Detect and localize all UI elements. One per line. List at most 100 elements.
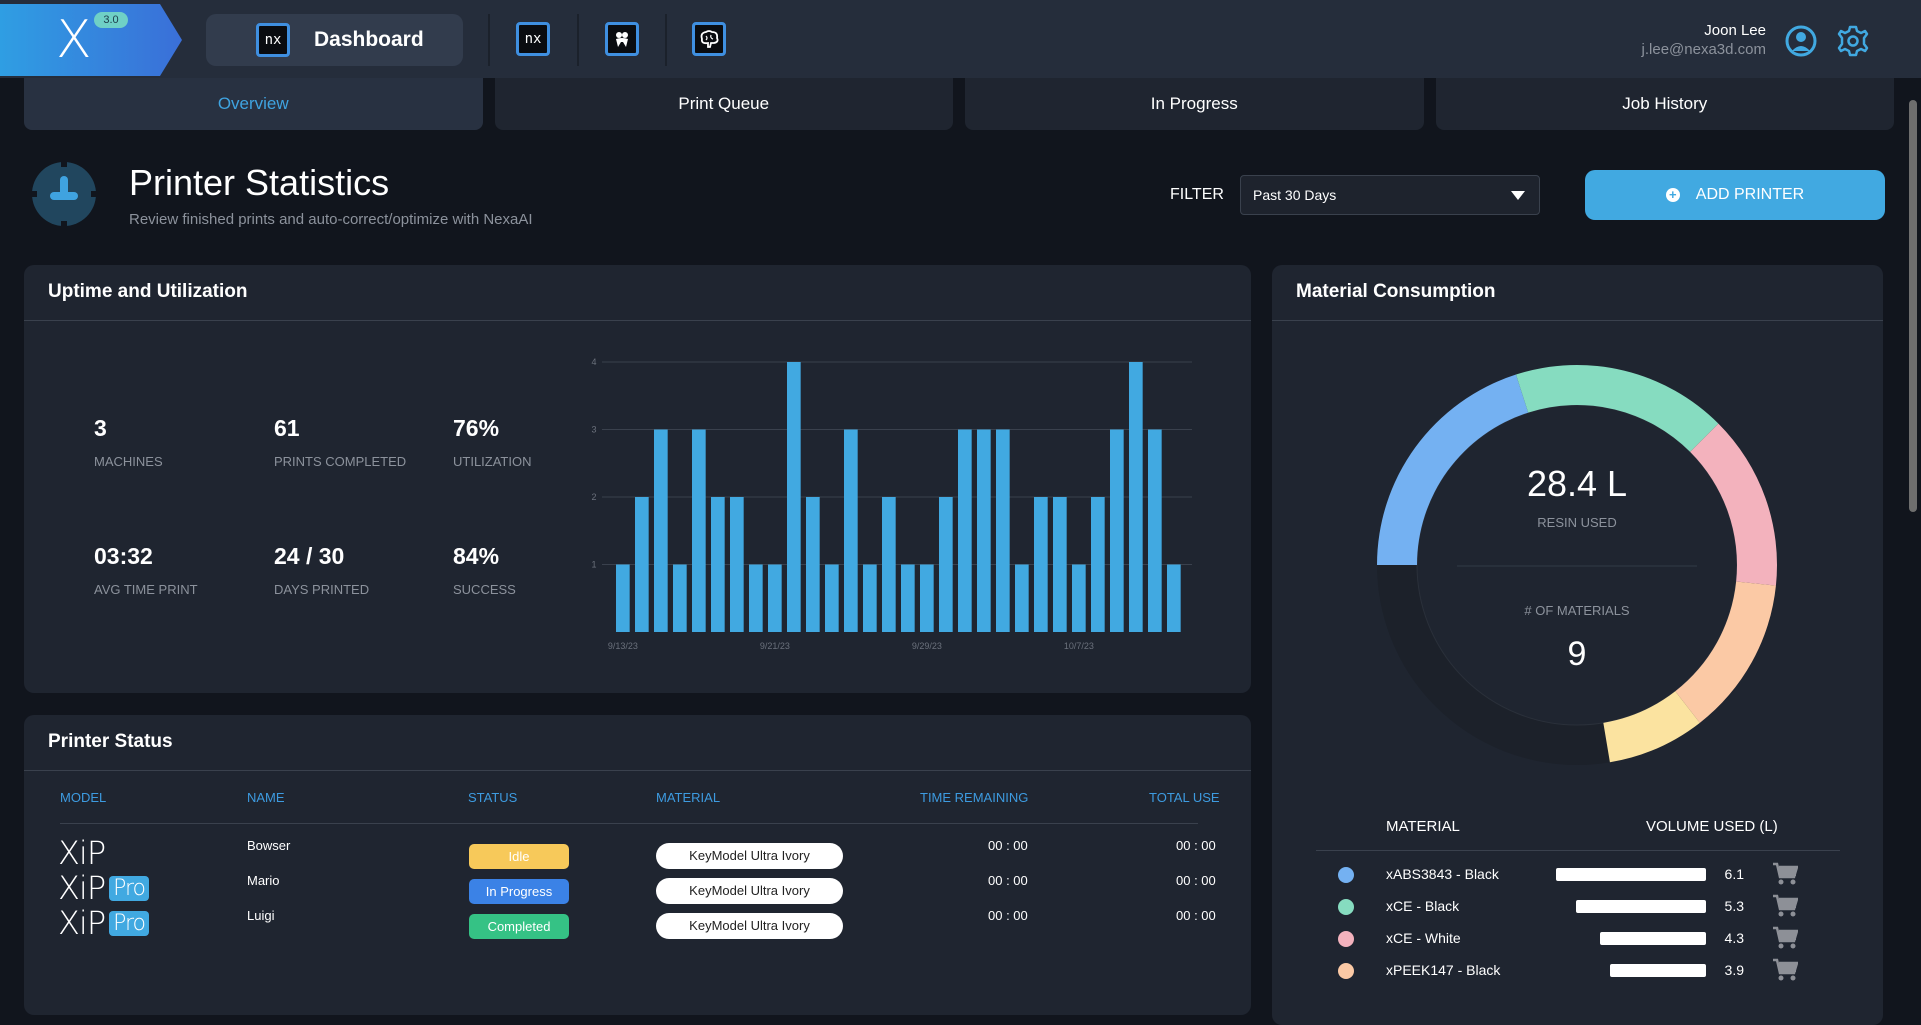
divider [488,14,490,66]
donut-slice[interactable] [1675,581,1776,723]
bar[interactable] [711,497,725,632]
stat-prints-completed: 61 PRINTS COMPLETED [274,415,406,469]
card-title: Uptime and Utilization [48,281,248,302]
divider [24,320,1251,321]
donut-slice[interactable] [1690,423,1777,586]
divider [24,770,1251,771]
printer-model-logo: XiP [58,834,106,872]
bar[interactable] [768,564,782,633]
column-header-material[interactable]: MATERIAL [656,790,720,805]
nexa-logo[interactable]: X 3.0 [0,4,182,76]
settings-gear-icon[interactable] [1836,24,1870,58]
tab-overview[interactable]: Overview [24,78,483,130]
printer-name[interactable]: Bowser [247,838,290,853]
stat-value: 03:32 [94,543,153,569]
bar[interactable] [825,564,839,633]
bar[interactable] [654,429,668,633]
dashboard-button[interactable]: nx Dashboard [206,14,463,66]
bar[interactable] [977,429,991,633]
donut-slice[interactable] [1377,374,1529,565]
tab-in-progress[interactable]: In Progress [965,78,1424,130]
user-account-icon[interactable] [1784,24,1818,58]
column-header-model[interactable]: MODEL [60,790,106,805]
shopping-cart-icon[interactable] [1772,862,1798,886]
nx-printer-icon[interactable]: nx [516,22,550,56]
stat-label: UTILIZATION [453,454,532,469]
bar[interactable] [1110,429,1124,633]
date-range-filter-select[interactable]: Past 30 Days [1240,175,1540,215]
material-name: xABS3843 - Black [1386,866,1499,882]
bar[interactable] [863,564,877,633]
stat-label: AVG TIME PRINT [94,582,198,597]
stat-label: MACHINES [94,454,163,469]
bar[interactable] [958,429,972,633]
column-header-material[interactable]: MATERIAL [1386,818,1460,835]
column-header-time-remaining[interactable]: TIME REMAINING [920,790,1028,805]
shopping-cart-icon[interactable] [1772,926,1798,950]
bar[interactable] [1167,564,1181,633]
bar[interactable] [844,429,858,633]
printer-name[interactable]: Mario [247,873,280,888]
tab-print-queue[interactable]: Print Queue [494,78,953,130]
material-color-dot [1338,899,1354,915]
card-title: Material Consumption [1296,281,1496,302]
printer-model-logo: XiP Pro [58,869,150,907]
bar[interactable] [806,497,820,632]
brain-ai-icon[interactable] [692,22,726,56]
stat-success: 84% SUCCESS [453,543,516,597]
bar[interactable] [996,429,1010,633]
bar[interactable] [939,497,953,632]
add-printer-button[interactable]: + ADD PRINTER [1585,170,1885,220]
bar[interactable] [730,497,744,632]
printer-name[interactable]: Luigi [247,908,274,923]
material-name: xCE - Black [1386,898,1460,914]
bar[interactable] [673,564,687,633]
volume-value: 4.3 [1724,930,1744,946]
material-pill[interactable]: KeyModel Ultra Ivory [656,913,843,939]
bar[interactable] [1072,564,1086,633]
bar[interactable] [1015,564,1029,633]
bar[interactable] [1034,497,1048,632]
bar[interactable] [1129,362,1143,632]
nx-printer-icon: nx [256,23,290,57]
volume-value: 3.9 [1724,962,1744,978]
divider [665,14,667,66]
user-info: Joon Lee j.lee@nexa3d.com [1642,22,1766,58]
bar[interactable] [901,564,915,633]
column-header-name[interactable]: NAME [247,790,285,805]
bar[interactable] [882,497,896,632]
bar[interactable] [920,564,934,633]
shopping-cart-icon[interactable] [1772,958,1798,982]
shopping-cart-icon[interactable] [1772,894,1798,918]
column-header-status[interactable]: STATUS [468,790,517,805]
status-badge: Completed [469,914,569,939]
logo-letter: X [56,10,92,70]
status-badge: In Progress [469,879,569,904]
bar[interactable] [787,362,801,632]
user-name: Joon Lee [1704,22,1766,39]
material-pill[interactable]: KeyModel Ultra Ivory [656,878,843,904]
bar[interactable] [635,497,649,632]
material-pill[interactable]: KeyModel Ultra Ivory [656,843,843,869]
column-header-total-use[interactable]: TOTAL USE [1149,790,1220,805]
column-header-volume-used[interactable]: VOLUME USED (L) [1646,818,1778,835]
model-text: XiP [58,904,106,942]
bar[interactable] [616,564,630,633]
dental-icon[interactable] [605,22,639,56]
total-use: 00 : 00 [1176,873,1216,888]
x-tick-label: 9/13/23 [608,641,638,651]
bar[interactable] [1053,497,1067,632]
bar[interactable] [692,429,706,633]
bar[interactable] [749,564,763,633]
pro-badge: Pro [109,876,150,901]
bar[interactable] [1148,429,1162,633]
version-badge: 3.0 [94,12,128,28]
caret-down-icon [1511,191,1525,200]
tab-job-history[interactable]: Job History [1435,78,1894,130]
time-remaining: 00 : 00 [988,908,1028,923]
resin-used-value: 28.4 L [1527,463,1627,504]
stat-days-printed: 24 / 30 DAYS PRINTED [274,543,369,597]
daily-prints-bar-chart: 1 2 3 4 9/13/23 9/21/23 9/29/23 10/7/23 [591,357,1192,651]
page-scrollbar[interactable] [1909,100,1917,512]
bar[interactable] [1091,497,1105,632]
